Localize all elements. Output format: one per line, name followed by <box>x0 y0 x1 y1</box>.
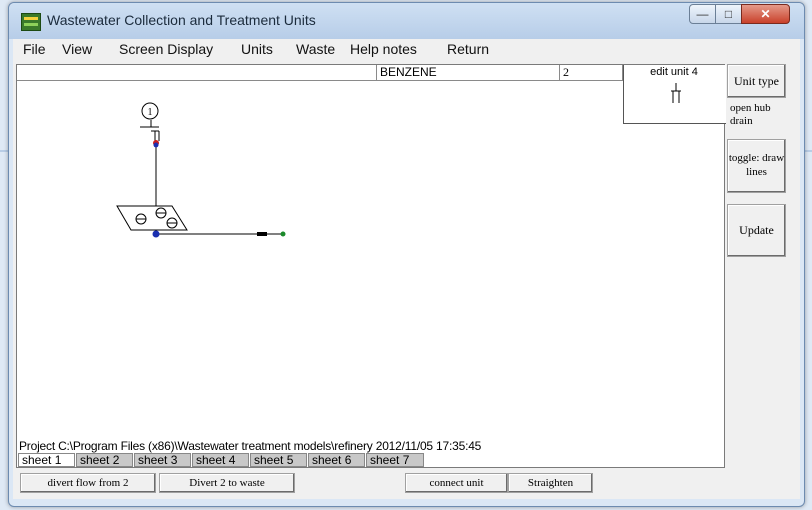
tab-sheet-6[interactable]: sheet 6 <box>308 453 365 467</box>
node-green-end <box>280 231 286 237</box>
maximize-button[interactable]: □ <box>715 4 742 24</box>
menu-view[interactable]: View <box>62 41 92 57</box>
unit-type-value: open hub drain <box>730 102 771 127</box>
divert-to-waste-button[interactable]: Divert 2 to waste <box>159 473 295 493</box>
update-button[interactable]: Update <box>727 204 786 257</box>
menu-file[interactable]: File <box>23 41 46 57</box>
menu-units[interactable]: Units <box>241 41 273 57</box>
tab-sheet-7[interactable]: sheet 7 <box>366 453 424 467</box>
window-title: Wastewater Collection and Treatment Unit… <box>47 12 316 28</box>
menu-screen-display[interactable]: Screen Display <box>119 41 213 57</box>
node-blue-top <box>153 142 159 148</box>
maximize-icon: □ <box>724 7 733 21</box>
connect-unit-button[interactable]: connect unit <box>405 473 508 493</box>
tab-sheet-5[interactable]: sheet 5 <box>250 453 307 467</box>
minimize-button[interactable]: — <box>689 4 716 24</box>
unit-1-label: 1 <box>148 107 153 118</box>
catch-basin-unit[interactable] <box>116 205 188 231</box>
toggle-draw-lines-button[interactable]: toggle: draw lines <box>727 139 786 193</box>
project-status: Project C:\Program Files (x86)\Wastewate… <box>19 439 482 453</box>
process-diagram: 1 <box>116 102 286 238</box>
title-bar[interactable]: Wastewater Collection and Treatment Unit… <box>9 3 804 39</box>
unit-1-node[interactable]: 1 <box>141 102 159 120</box>
close-button[interactable]: ✕ <box>741 4 790 24</box>
tab-sheet-4[interactable]: sheet 4 <box>192 453 249 467</box>
close-icon: ✕ <box>760 7 771 21</box>
menu-bar: File View Screen Display Units Waste Hel… <box>13 39 800 61</box>
drain-symbol-unit <box>140 120 160 141</box>
divert-flow-button[interactable]: divert flow from 2 <box>20 473 156 493</box>
pipe-marker <box>257 232 267 236</box>
menu-waste[interactable]: Waste <box>296 41 335 57</box>
straighten-button[interactable]: Straighten <box>508 473 593 493</box>
minimize-icon: — <box>696 7 709 21</box>
unit-type-button[interactable]: Unit type <box>727 64 786 98</box>
menu-return[interactable]: Return <box>447 41 489 57</box>
node-blue-junction <box>152 230 160 238</box>
menu-help-notes[interactable]: Help notes <box>350 41 417 57</box>
drawing-canvas[interactable]: BENZENE 2 edit unit 4 1 Project C:\Progr… <box>16 64 726 468</box>
tab-sheet-1[interactable]: sheet 1 <box>18 453 75 467</box>
tab-sheet-2[interactable]: sheet 2 <box>76 453 133 467</box>
app-icon <box>21 13 41 31</box>
tab-sheet-3[interactable]: sheet 3 <box>134 453 191 467</box>
